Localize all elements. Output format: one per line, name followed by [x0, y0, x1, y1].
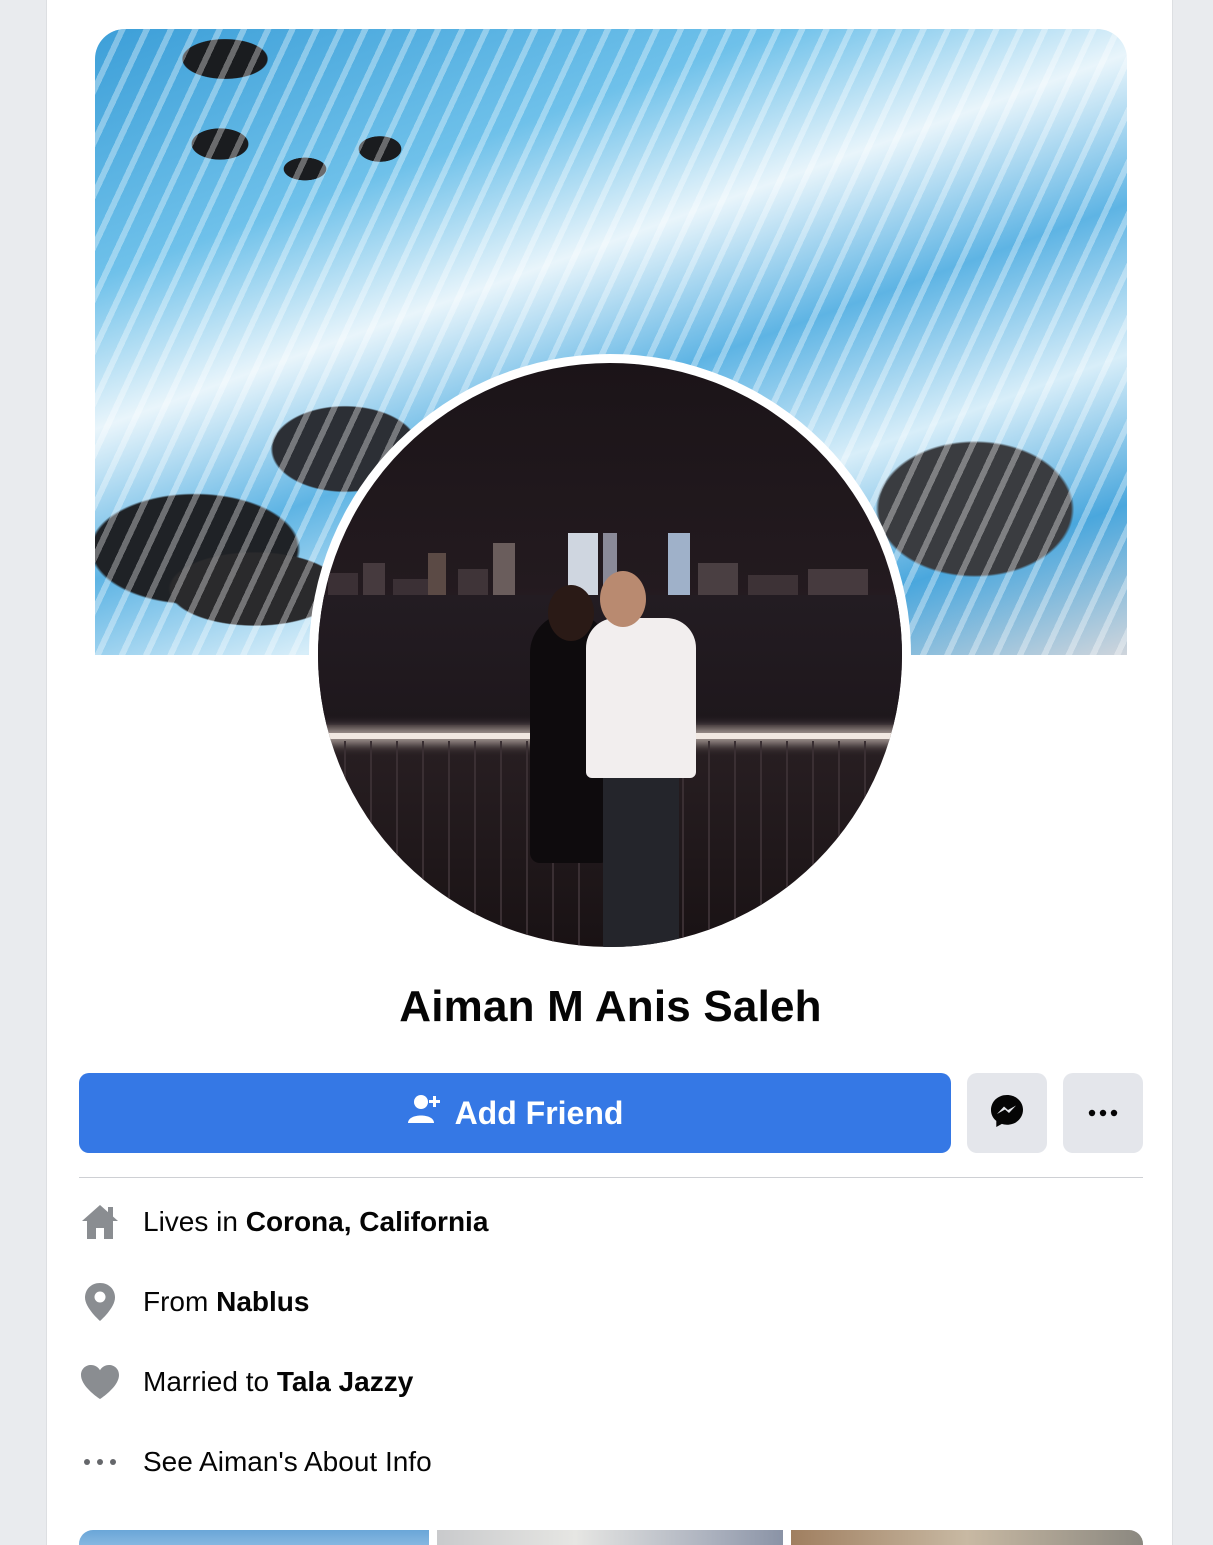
photo-thumbnail[interactable]: [437, 1530, 783, 1545]
man-shirt: [586, 618, 696, 778]
woman-head: [548, 585, 594, 641]
more-options-button[interactable]: [1063, 1073, 1143, 1153]
from-prefix: From: [143, 1286, 217, 1317]
divider: [79, 1177, 1143, 1178]
lives-in-value[interactable]: Corona, California: [246, 1206, 489, 1237]
man-head: [600, 571, 646, 627]
man-pants: [603, 768, 679, 947]
add-person-icon: [407, 1092, 441, 1134]
photo-thumbnail[interactable]: [791, 1530, 1143, 1545]
see-about-info-label: See Aiman's About Info: [143, 1446, 432, 1477]
see-about-info-link[interactable]: See Aiman's About Info: [79, 1440, 1079, 1484]
add-friend-label: Add Friend: [454, 1094, 624, 1131]
intro-lives-in: Lives in Corona, California: [79, 1200, 1079, 1244]
add-friend-button[interactable]: Add Friend: [79, 1073, 951, 1153]
relationship-value[interactable]: Tala Jazzy: [277, 1366, 413, 1397]
messenger-button[interactable]: [967, 1073, 1047, 1153]
profile-photo[interactable]: [318, 363, 902, 947]
intro-relationship: Married to Tala Jazzy: [79, 1360, 1079, 1404]
heart-icon: [79, 1361, 121, 1403]
location-pin-icon: [79, 1281, 121, 1323]
more-dots-icon: [79, 1441, 121, 1483]
more-dots-icon: [1088, 1104, 1118, 1122]
relationship-prefix: Married to: [143, 1366, 277, 1397]
photo-strip: [79, 1530, 1143, 1545]
photo-thumbnail[interactable]: [79, 1530, 429, 1545]
profile-name: Aiman M Anis Saleh: [399, 982, 822, 1031]
lives-in-prefix: Lives in: [143, 1206, 246, 1237]
intro-from: From Nablus: [79, 1280, 1079, 1324]
profile-page: Aiman M Anis Saleh Add Friend Lives in C…: [46, 0, 1173, 1545]
from-value[interactable]: Nablus: [216, 1286, 309, 1317]
messenger-icon: [989, 1093, 1025, 1134]
home-icon: [79, 1201, 121, 1243]
